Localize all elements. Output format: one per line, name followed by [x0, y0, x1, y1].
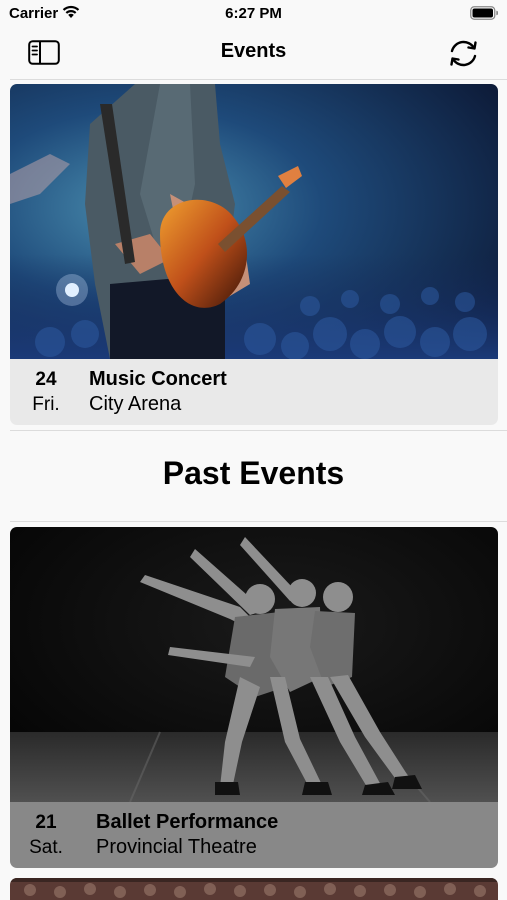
event-photo — [10, 878, 498, 900]
event-info: 21 Sat. Ballet Performance Provincial Th… — [10, 802, 498, 868]
event-venue: Provincial Theatre — [96, 836, 257, 858]
section-divider — [10, 521, 507, 522]
past-events-heading: Past Events — [162, 455, 345, 491]
navigation-bar: Events — [0, 28, 507, 78]
clock: 6:27 PM — [225, 5, 282, 22]
event-day: 24 — [35, 369, 57, 390]
battery-icon — [470, 6, 499, 25]
page-title: Events — [220, 40, 287, 62]
event-name: Ballet Performance — [96, 811, 279, 833]
event-card-ballet-performance[interactable]: 21 Sat. Ballet Performance Provincial Th… — [10, 527, 498, 868]
event-weekday: Fri. — [32, 394, 60, 415]
event-day: 21 — [35, 812, 57, 833]
event-card-partial[interactable] — [10, 878, 498, 900]
section-divider — [10, 430, 507, 431]
status-bar: Carrier 6:27 PM — [0, 0, 507, 28]
event-card-music-concert[interactable]: 24 Fri. Music Concert City Arena — [10, 84, 498, 425]
nav-divider — [10, 79, 507, 80]
event-name: Music Concert — [89, 368, 227, 390]
refresh-arrows-icon — [450, 40, 477, 67]
concert-photo — [10, 84, 498, 359]
event-venue: City Arena — [89, 393, 182, 415]
event-info: 24 Fri. Music Concert City Arena — [10, 359, 498, 425]
refresh-button[interactable] — [447, 37, 480, 70]
ballet-photo — [10, 527, 498, 802]
event-weekday: Sat. — [29, 837, 63, 858]
